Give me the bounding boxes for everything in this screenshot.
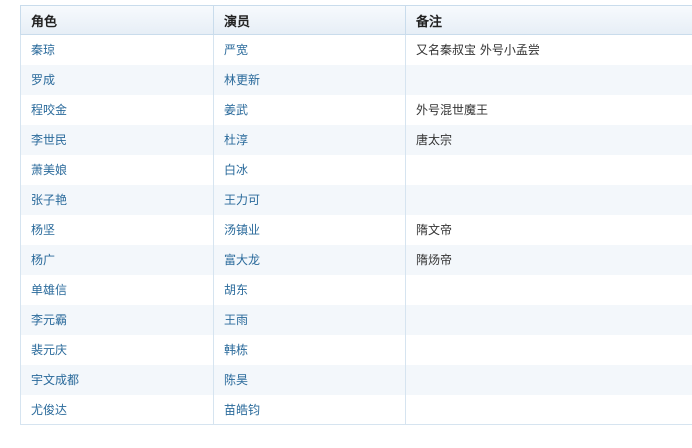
role-link[interactable]: 宇文成都 xyxy=(20,364,214,395)
table-header-row: 角色 演员 备注 xyxy=(20,5,692,35)
actor-link[interactable]: 杜淳 xyxy=(213,124,406,155)
table-row: 杨广 富大龙 隋炀帝 xyxy=(20,244,692,275)
actor-link[interactable]: 白冰 xyxy=(213,154,406,185)
actor-link[interactable]: 姜武 xyxy=(213,94,406,125)
table-row: 罗成 林更新 xyxy=(20,64,692,95)
header-note: 备注 xyxy=(405,5,692,35)
note-cell xyxy=(405,394,692,425)
table-row: 张子艳 王力可 xyxy=(20,184,692,215)
role-link[interactable]: 罗成 xyxy=(20,64,214,95)
note-cell xyxy=(405,304,692,335)
header-role: 角色 xyxy=(20,5,214,35)
note-cell xyxy=(405,184,692,215)
actor-link[interactable]: 陈昊 xyxy=(213,364,406,395)
actor-link[interactable]: 胡东 xyxy=(213,274,406,305)
actor-link[interactable]: 韩栋 xyxy=(213,334,406,365)
table-row: 杨坚 汤镇业 隋文帝 xyxy=(20,214,692,245)
table-row: 裴元庆 韩栋 xyxy=(20,334,692,365)
table-row: 李世民 杜淳 唐太宗 xyxy=(20,124,692,155)
actor-link[interactable]: 苗皓钧 xyxy=(213,394,406,425)
actor-link[interactable]: 林更新 xyxy=(213,64,406,95)
actor-link[interactable]: 王力可 xyxy=(213,184,406,215)
note-cell: 又名秦叔宝 外号小孟尝 xyxy=(405,34,692,65)
note-cell xyxy=(405,64,692,95)
table-row: 宇文成都 陈昊 xyxy=(20,364,692,395)
note-cell xyxy=(405,274,692,305)
table-row: 秦琼 严宽 又名秦叔宝 外号小孟尝 xyxy=(20,34,692,65)
note-cell: 唐太宗 xyxy=(405,124,692,155)
role-link[interactable]: 萧美娘 xyxy=(20,154,214,185)
table-row: 程咬金 姜武 外号混世魔王 xyxy=(20,94,692,125)
role-link[interactable]: 尤俊达 xyxy=(20,394,214,425)
note-cell xyxy=(405,154,692,185)
role-link[interactable]: 杨广 xyxy=(20,244,214,275)
note-cell xyxy=(405,334,692,365)
note-cell xyxy=(405,364,692,395)
role-link[interactable]: 单雄信 xyxy=(20,274,214,305)
table-row: 萧美娘 白冰 xyxy=(20,154,692,185)
role-link[interactable]: 李世民 xyxy=(20,124,214,155)
note-cell: 隋文帝 xyxy=(405,214,692,245)
table-row: 李元霸 王雨 xyxy=(20,304,692,335)
role-link[interactable]: 李元霸 xyxy=(20,304,214,335)
actor-link[interactable]: 富大龙 xyxy=(213,244,406,275)
role-link[interactable]: 杨坚 xyxy=(20,214,214,245)
note-cell: 隋炀帝 xyxy=(405,244,692,275)
table-row: 尤俊达 苗皓钧 xyxy=(20,394,692,425)
actor-link[interactable]: 汤镇业 xyxy=(213,214,406,245)
actor-link[interactable]: 王雨 xyxy=(213,304,406,335)
role-link[interactable]: 程咬金 xyxy=(20,94,214,125)
role-link[interactable]: 秦琼 xyxy=(20,34,214,65)
cast-table-container: 角色 演员 备注 秦琼 严宽 又名秦叔宝 外号小孟尝 罗成 林更新 程咬金 姜武… xyxy=(20,5,692,425)
note-cell: 外号混世魔王 xyxy=(405,94,692,125)
table-row: 单雄信 胡东 xyxy=(20,274,692,305)
header-actor: 演员 xyxy=(213,5,406,35)
role-link[interactable]: 裴元庆 xyxy=(20,334,214,365)
cast-table: 角色 演员 备注 秦琼 严宽 又名秦叔宝 外号小孟尝 罗成 林更新 程咬金 姜武… xyxy=(20,5,692,425)
actor-link[interactable]: 严宽 xyxy=(213,34,406,65)
role-link[interactable]: 张子艳 xyxy=(20,184,214,215)
